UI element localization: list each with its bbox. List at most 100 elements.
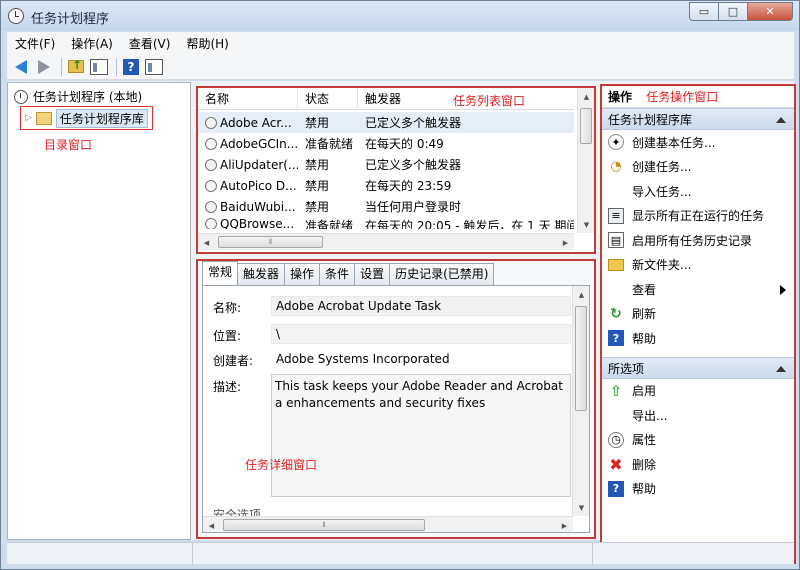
close-button[interactable]: ✕ — [747, 2, 793, 21]
collapse-chevron-icon[interactable] — [776, 117, 786, 123]
name-field[interactable]: Adobe Acrobat Update Task — [271, 296, 571, 316]
maximize-button[interactable]: □ — [718, 2, 748, 21]
menu-view[interactable]: 查看(V) — [121, 35, 179, 52]
tab-triggers[interactable]: 触发器 — [237, 263, 286, 285]
status-bar — [7, 542, 794, 565]
column-header-name[interactable]: 名称 — [198, 88, 298, 110]
action-properties[interactable]: ◷ 属性 — [602, 428, 794, 453]
tab-general[interactable]: 常规 — [202, 261, 239, 285]
show-hide-console-tree-button[interactable] — [89, 57, 109, 77]
up-one-level-button[interactable] — [66, 57, 86, 77]
collapse-chevron-icon[interactable] — [776, 365, 786, 372]
status-segment — [593, 543, 793, 565]
action-delete[interactable]: ✖ 删除 — [602, 452, 794, 477]
show-hide-action-pane-icon — [145, 58, 163, 75]
window-title: 任务计划程序 — [31, 12, 110, 27]
show-hide-action-pane-button[interactable] — [144, 57, 164, 77]
status-segment — [193, 543, 593, 565]
scroll-right-icon[interactable]: ▶ — [556, 517, 573, 532]
action-label: 删除 — [632, 457, 657, 472]
scroll-thumb[interactable]: ⫴ — [223, 519, 425, 531]
back-button[interactable] — [11, 57, 31, 77]
author-field[interactable]: Adobe Systems Incorporated — [271, 349, 571, 369]
task-status: 准备就绪 — [305, 137, 354, 151]
tab-settings[interactable]: 设置 — [354, 263, 391, 285]
task-row[interactable]: AliUpdater(... 禁用 已定义多个触发器 — [198, 154, 574, 175]
delete-icon: ✖ — [609, 454, 623, 474]
task-row[interactable]: BaiduWubi... 禁用 当任何用户登录时 — [198, 196, 574, 217]
menu-help[interactable]: 帮助(H) — [178, 35, 236, 52]
task-list-vertical-scrollbar[interactable]: ▲ ▼ — [577, 88, 594, 233]
action-import-task[interactable]: 导入任务... — [602, 179, 794, 204]
tree-root-item[interactable]: 任务计划程序 (本地) — [14, 88, 142, 105]
action-label: 导入任务... — [632, 184, 692, 199]
task-clock-icon — [205, 158, 217, 171]
task-detail-pane: 常规 触发器 操作 条件 设置 历史记录(已禁用) 名称: Adobe Acro… — [196, 259, 596, 539]
action-view[interactable]: 查看 — [602, 277, 794, 302]
scroll-up-icon[interactable]: ▲ — [573, 286, 589, 303]
scroll-down-icon[interactable]: ▼ — [578, 216, 595, 233]
tab-conditions[interactable]: 条件 — [319, 263, 356, 285]
history-icon: ▤ — [608, 232, 624, 249]
detail-vertical-scrollbar[interactable]: ▲ ▼ — [572, 286, 589, 516]
folder-clock-icon — [35, 111, 52, 125]
toolbar-separator — [61, 57, 62, 76]
scroll-thumb[interactable] — [580, 108, 592, 144]
action-create-basic-task[interactable]: ✦ 创建基本任务... — [602, 130, 794, 155]
scroll-left-icon[interactable]: ◀ — [203, 517, 220, 532]
section-task-library[interactable]: 任务计划程序库 — [602, 108, 794, 130]
directory-window-annotation: 目录窗口 — [44, 138, 93, 152]
task-row[interactable]: QQBrowse... 准备就绪 在每天的 20:05 - 触发后，在 1 天 … — [198, 217, 574, 229]
task-list-horizontal-scrollbar[interactable]: ◀ ⫴ ▶ — [198, 233, 574, 250]
task-name: Adobe Acr... — [220, 115, 292, 130]
section-selected-item[interactable]: 所选项 — [602, 356, 794, 379]
action-show-running-tasks[interactable]: ≡ 显示所有正在运行的任务 — [602, 204, 794, 229]
scroll-up-icon[interactable]: ▲ — [578, 88, 595, 105]
column-header-status[interactable]: 状态 — [298, 88, 358, 110]
action-create-task[interactable]: ◔ 创建任务... — [602, 155, 794, 180]
properties-icon: ◷ — [608, 431, 624, 448]
action-refresh[interactable]: ↻ 刷新 — [602, 302, 794, 327]
menu-action[interactable]: 操作(A) — [63, 35, 121, 52]
scroll-right-icon[interactable]: ▶ — [557, 234, 574, 251]
detail-horizontal-scrollbar[interactable]: ◀ ⫴ ▶ — [203, 516, 573, 532]
scroll-thumb[interactable] — [575, 306, 587, 411]
tree-child-label: 任务计划程序库 — [55, 108, 148, 128]
help-button[interactable]: ? — [121, 57, 141, 77]
scroll-thumb[interactable]: ⫴ — [218, 236, 323, 248]
task-row[interactable]: Adobe Acr... 禁用 已定义多个触发器 — [198, 112, 574, 133]
scroll-down-icon[interactable]: ▼ — [573, 499, 589, 516]
author-label: 创建者: — [213, 354, 254, 368]
action-label: 刷新 — [632, 307, 657, 322]
forward-button[interactable] — [34, 57, 54, 77]
main-area: 任务计划程序 (本地) ▷ 任务计划程序库 目录窗口 名称 状态 触发器 任务列… — [7, 81, 796, 564]
expand-arrow-icon[interactable]: ▷ — [25, 113, 32, 123]
minimize-button[interactable]: ▭ — [689, 2, 719, 21]
action-label: 帮助 — [632, 331, 657, 346]
action-new-folder[interactable]: 新文件夹... — [602, 253, 794, 278]
action-enable[interactable]: ⇧ 启用 — [602, 379, 794, 404]
action-help[interactable]: ? 帮助 — [602, 326, 794, 351]
help-icon: ? — [123, 58, 139, 75]
tree-item-task-library[interactable]: ▷ 任务计划程序库 — [20, 106, 153, 130]
tab-actions[interactable]: 操作 — [284, 263, 321, 285]
task-row[interactable]: AdobeGCIn... 准备就绪 在每天的 0:49 — [198, 133, 574, 154]
menu-file[interactable]: 文件(F) — [7, 35, 63, 52]
toolbar-separator — [116, 57, 117, 76]
task-row[interactable]: AutoPico D... 禁用 在每天的 23:59 — [198, 175, 574, 196]
console-tree: 任务计划程序 (本地) ▷ 任务计划程序库 目录窗口 — [7, 82, 191, 540]
title-bar[interactable]: 任务计划程序 ▭ □ ✕ — [1, 1, 799, 31]
task-name: BaiduWubi... — [220, 199, 296, 214]
description-field[interactable]: This task keeps your Adobe Reader and Ac… — [271, 374, 571, 497]
action-help-selected[interactable]: ? 帮助 — [602, 477, 794, 502]
tab-history[interactable]: 历史记录(已禁用) — [389, 263, 495, 285]
task-clock-icon — [205, 200, 217, 213]
task-status: 禁用 — [305, 158, 330, 172]
action-export[interactable]: 导出... — [602, 403, 794, 428]
close-icon: ✕ — [765, 5, 775, 18]
help-icon: ? — [608, 330, 624, 347]
action-enable-history[interactable]: ▤ 启用所有任务历史记录 — [602, 228, 794, 253]
task-status: 禁用 — [305, 200, 330, 214]
scroll-left-icon[interactable]: ◀ — [198, 234, 215, 251]
location-field[interactable]: \ — [271, 324, 571, 344]
